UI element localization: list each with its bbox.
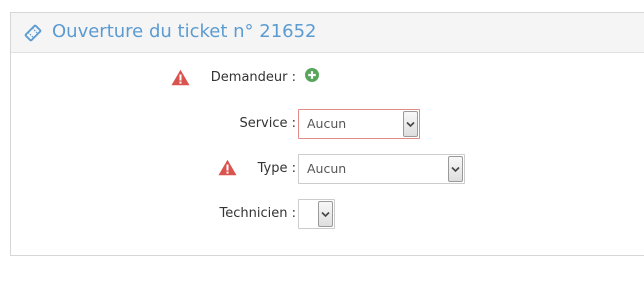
service-label: Service : (239, 116, 296, 131)
chevron-down-icon (451, 166, 460, 173)
type-select-value: Aucun (307, 161, 347, 176)
add-requester-button[interactable] (305, 67, 319, 82)
chevron-down-icon (406, 121, 415, 128)
technician-dropdown-toggle[interactable] (318, 201, 333, 227)
ticket-icon (24, 24, 42, 42)
type-label: Type : (257, 161, 296, 176)
type-dropdown-toggle[interactable] (448, 156, 463, 182)
panel-header: Ouverture du ticket n° 21652 (11, 13, 644, 53)
technician-label: Technicien : (219, 206, 296, 221)
plus-circle-icon (305, 68, 319, 82)
technician-row: Technicien : (11, 199, 644, 229)
service-dropdown-toggle[interactable] (403, 111, 418, 137)
service-row: Service : Aucun (11, 109, 644, 139)
page-title: Ouverture du ticket n° 21652 (52, 21, 317, 42)
ticket-opening-panel: Ouverture du ticket n° 21652 Demandeur :… (10, 12, 644, 256)
service-select[interactable]: Aucun (298, 109, 420, 139)
chevron-down-icon (321, 211, 330, 218)
requester-label: Demandeur : (210, 70, 296, 85)
type-select[interactable]: Aucun (298, 154, 465, 184)
type-row: Type : Aucun (11, 154, 644, 184)
technician-select[interactable] (298, 199, 335, 229)
warning-triangle-icon (171, 69, 190, 86)
service-select-value: Aucun (307, 116, 347, 131)
